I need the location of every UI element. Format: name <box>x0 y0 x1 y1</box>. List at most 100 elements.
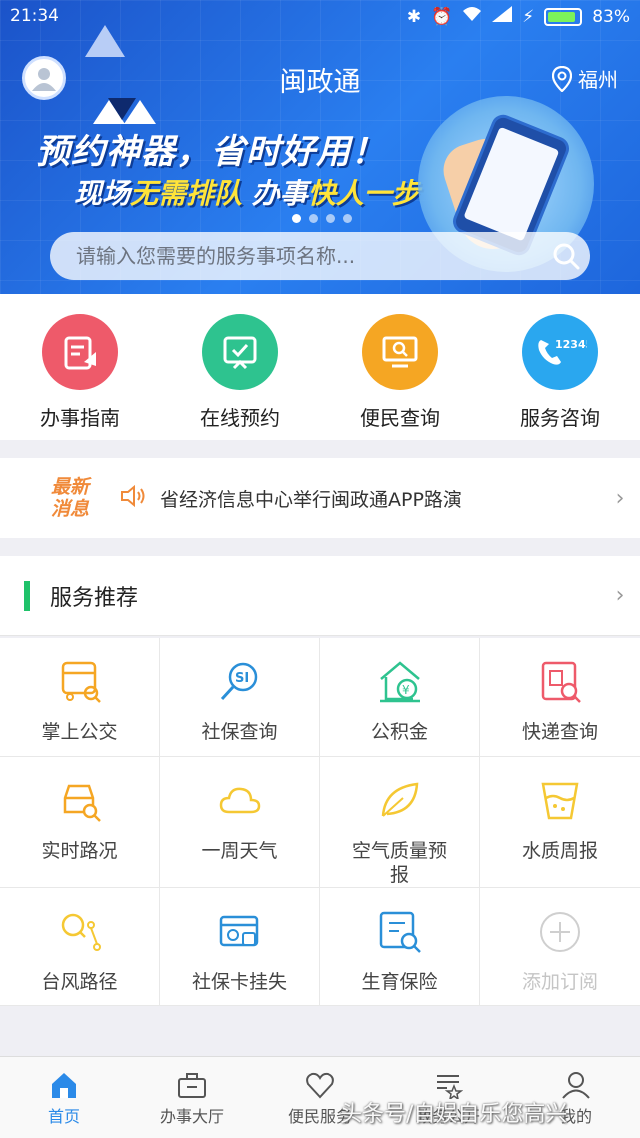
service-label: 实时路况 <box>41 839 118 862</box>
carousel-indicator[interactable] <box>292 214 352 223</box>
quick-service-label: 服务咨询 <box>520 406 600 430</box>
service-item-add-subscription[interactable]: 添加订阅 <box>480 888 640 1006</box>
guide-icon <box>42 314 118 390</box>
service-item-housing-fund[interactable]: ¥ 公积金 <box>320 638 480 757</box>
location-selector[interactable]: 福州 <box>552 64 618 93</box>
briefcase-icon <box>178 1073 206 1098</box>
service-label: 社保卡挂失 <box>191 970 287 993</box>
inquiry-monitor-icon <box>362 314 438 390</box>
speaker-icon <box>120 484 148 512</box>
tab-home[interactable]: 首页 <box>0 1057 128 1138</box>
quick-service-label: 便民查询 <box>360 406 440 430</box>
person-icon <box>562 1072 590 1099</box>
service-item-typhoon[interactable]: 台风路径 <box>0 887 160 1006</box>
slogan-text: 办事 <box>242 177 308 210</box>
service-item-social-card[interactable]: 社保卡挂失 <box>160 887 320 1006</box>
tab-service-hall[interactable]: 办事大厅 <box>128 1057 256 1138</box>
add-icon <box>534 906 586 958</box>
slogan-highlight: 无需排队 <box>130 177 243 210</box>
header-banner: 21:34 ✱ ⏰ ⚡ 83% 闽政通 福州 预约神器，省时好用！ 现场无需排队… <box>0 0 640 294</box>
svg-text:¥: ¥ <box>402 683 410 697</box>
chevron-right-icon[interactable]: › <box>600 583 640 608</box>
slogan-highlight: 快人一步 <box>307 177 420 210</box>
heart-icon <box>306 1072 334 1099</box>
service-label: 空气质量预报 <box>351 839 447 886</box>
quick-service-inquiry[interactable]: 便民查询 <box>320 294 480 440</box>
carousel-dot[interactable] <box>343 214 352 223</box>
banner-slogan-line1: 预约神器，省时好用！ <box>36 132 386 172</box>
triangle-decoration <box>108 98 136 120</box>
search-input[interactable] <box>50 232 542 280</box>
tab-label: 首页 <box>47 1107 80 1126</box>
status-time: 21:34 <box>10 6 59 26</box>
quick-service-guide[interactable]: 办事指南 <box>0 294 160 440</box>
news-tag: 最新 消息 <box>48 476 92 520</box>
banner-slogan-line2: 现场无需排队 办事快人一步 <box>74 172 420 212</box>
service-label: 台风路径 <box>41 970 118 993</box>
recommend-header[interactable]: 服务推荐 › <box>0 556 640 636</box>
document-star-icon <box>437 1075 463 1099</box>
typhoon-path-icon <box>54 906 106 958</box>
social-security-search-icon: SI <box>214 656 266 708</box>
service-item-bus[interactable]: 掌上公交 <box>0 638 160 757</box>
slogan-text: 现场 <box>74 177 131 210</box>
service-item-maternity[interactable]: 生育保险 <box>320 887 480 1006</box>
section-title: 服务推荐 <box>50 585 139 611</box>
location-pin-icon <box>552 65 572 92</box>
quick-service-consult[interactable]: 12345 服务咨询 <box>480 294 640 440</box>
service-label: 生育保险 <box>361 970 438 993</box>
news-ticker[interactable]: 最新 消息 省经济信息中心举行闽政通APP路演 › <box>0 458 640 538</box>
cloud-icon <box>214 775 266 827</box>
alarm-icon: ⏰ <box>431 6 453 27</box>
social-card-icon <box>214 906 266 958</box>
svg-text:SI: SI <box>235 671 249 686</box>
search-bar[interactable] <box>50 232 590 280</box>
service-item-water-quality[interactable]: 水质周报 <box>480 757 640 888</box>
carousel-dot[interactable] <box>309 214 318 223</box>
hotline-phone-icon: 12345 <box>522 314 598 390</box>
service-item-express[interactable]: 快递查询 <box>480 638 640 757</box>
wifi-icon <box>462 6 482 27</box>
search-icon[interactable] <box>542 242 590 270</box>
service-label: 公积金 <box>370 721 428 743</box>
quick-services: 办事指南 在线预约 便民查询 12345 服务咨询 <box>0 294 640 440</box>
charging-icon: ⚡ <box>522 6 535 27</box>
service-label: 一周天气 <box>201 839 278 862</box>
booking-icon <box>202 314 278 390</box>
housing-fund-icon: ¥ <box>374 656 426 708</box>
service-label: 添加订阅 <box>521 970 598 993</box>
quick-service-label: 办事指南 <box>40 406 120 430</box>
service-item-air-quality[interactable]: 空气质量预报 <box>320 756 480 888</box>
service-label: 水质周报 <box>521 839 598 862</box>
bluetooth-icon: ✱ <box>406 6 422 27</box>
service-item-traffic[interactable]: 实时路况 <box>0 756 160 888</box>
status-icons: ✱ ⏰ ⚡ 83% <box>407 6 630 27</box>
chevron-right-icon[interactable]: › <box>600 486 640 511</box>
tab-label: 办事大厅 <box>159 1107 224 1126</box>
watermark: 头条号/自娱自乐您高兴 <box>340 1102 568 1127</box>
home-icon <box>52 1073 76 1098</box>
hotline-number: 12345 <box>555 338 587 351</box>
battery-icon <box>544 7 583 26</box>
news-tag-line: 消息 <box>50 498 89 520</box>
service-item-weather[interactable]: 一周天气 <box>160 756 320 888</box>
water-cup-icon <box>534 775 586 827</box>
carousel-dot[interactable] <box>326 214 335 223</box>
battery-percent: 83% <box>592 6 630 27</box>
service-grid: 掌上公交 SI 社保查询 ¥ 公积金 快递查询 实时路况 一周天气 空气质量预报… <box>0 638 640 1006</box>
signal-icon <box>492 6 513 27</box>
triangle-decoration <box>85 25 125 57</box>
service-label: 掌上公交 <box>41 721 118 743</box>
leaf-icon <box>374 775 426 827</box>
quick-service-label: 在线预约 <box>200 406 280 430</box>
carousel-dot[interactable] <box>292 214 301 223</box>
traffic-icon <box>54 775 106 827</box>
express-search-icon <box>534 656 586 708</box>
service-item-social-security[interactable]: SI 社保查询 <box>160 638 320 757</box>
bus-icon <box>54 656 106 708</box>
app-title: 闽政通 <box>279 67 361 98</box>
section-accent-bar <box>24 580 30 611</box>
maternity-insurance-icon <box>374 906 426 958</box>
news-headline[interactable]: 省经济信息中心举行闽政通APP路演 <box>160 485 600 512</box>
quick-service-booking[interactable]: 在线预约 <box>160 294 320 440</box>
